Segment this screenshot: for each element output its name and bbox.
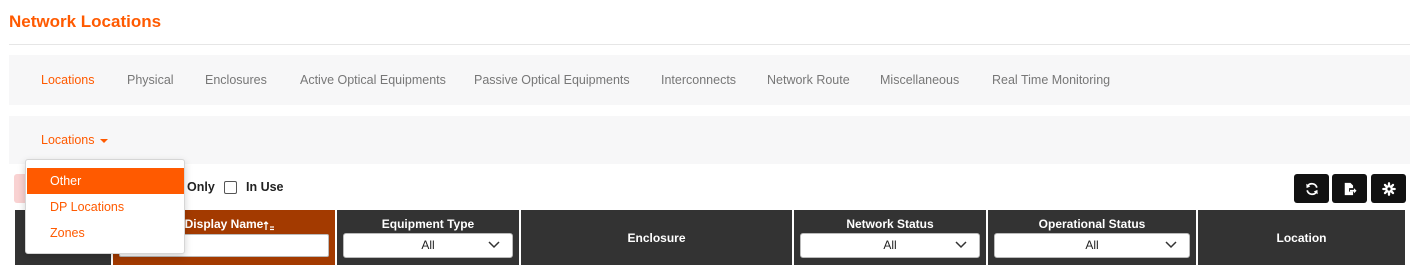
tab-active-optical-equipments[interactable]: Active Optical Equipments [300,55,446,105]
locations-dropdown-label: Locations [41,133,95,147]
dropdown-item-dp-locations[interactable]: DP Locations [27,194,184,220]
tab-passive-optical-equipments[interactable]: Passive Optical Equipments [474,55,630,105]
operational-status-filter-value: All [1085,238,1099,252]
equipment-type-header-label: Equipment Type [381,217,475,231]
column-header-location: Location [1198,210,1405,265]
column-header-operational-status: Operational Status All [988,210,1196,265]
equipment-type-filter-select[interactable]: All [343,233,513,258]
column-header-network-status: Network Status All [794,210,986,265]
settings-icon [1381,181,1396,196]
location-header-label: Location [1276,230,1327,245]
operational-status-filter-select[interactable]: All [994,233,1190,258]
dropdown-item-zones[interactable]: Zones [27,220,184,246]
in-use-filter[interactable]: In Use [224,180,284,194]
only-filter[interactable]: Only [187,180,215,194]
tab-interconnects[interactable]: Interconnects [661,55,736,105]
chevron-down-icon [955,241,967,249]
dropdown-item-other[interactable]: Other [27,168,184,194]
chevron-down-icon [1165,241,1177,249]
tab-bar: Locations Physical Enclosures Active Opt… [9,55,1410,105]
tab-physical[interactable]: Physical [127,55,174,105]
locations-dropdown-menu: Other DP Locations Zones [25,159,185,254]
settings-button[interactable] [1371,174,1406,203]
chevron-down-icon [488,241,500,249]
caret-down-icon [99,138,108,143]
export-button[interactable] [1332,174,1367,203]
refresh-button[interactable] [1294,174,1329,203]
in-use-label: In Use [246,180,284,194]
tab-locations[interactable]: Locations [41,55,95,105]
page-title: Network Locations [9,12,162,31]
column-header-equipment-type: Equipment Type All [337,210,519,265]
tab-miscellaneous[interactable]: Miscellaneous [880,55,959,105]
equipment-type-filter-value: All [421,238,435,252]
network-status-filter-value: All [883,238,897,252]
locations-dropdown-toggle[interactable]: Locations [41,116,108,164]
tab-network-route[interactable]: Network Route [767,55,850,105]
title-divider [9,44,1410,45]
only-filter-label: Only [187,180,215,194]
network-status-header-label: Network Status [846,217,934,231]
export-icon [1344,182,1357,195]
column-header-enclosure: Enclosure [521,210,792,265]
network-status-filter-select[interactable]: All [800,233,980,258]
tab-enclosures[interactable]: Enclosures [205,55,267,105]
sort-ascending-icon[interactable] [263,221,275,231]
subnav-bar: Locations [9,116,1410,164]
in-use-checkbox[interactable] [224,180,237,194]
tab-real-time-monitoring[interactable]: Real Time Monitoring [992,55,1110,105]
refresh-icon [1305,182,1318,195]
operational-status-header-label: Operational Status [1038,217,1146,231]
enclosure-header-label: Enclosure [627,230,686,245]
